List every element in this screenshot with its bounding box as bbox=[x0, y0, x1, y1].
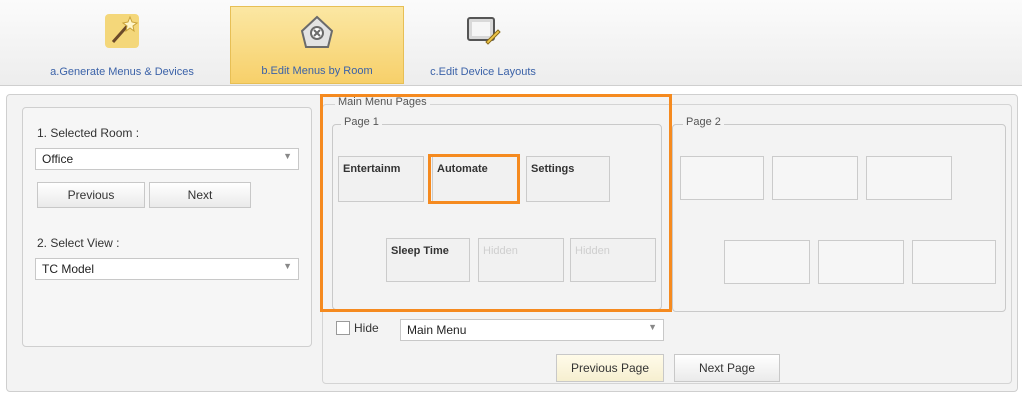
device-layout-icon bbox=[467, 17, 501, 45]
select-view-label: 2. Select View : bbox=[37, 236, 120, 250]
tab-edit-device-layouts[interactable]: c.Edit Device Layouts bbox=[406, 6, 560, 84]
menu-slot-empty[interactable] bbox=[818, 240, 904, 284]
ribbon-toolbar: a.Generate Menus & Devices b.Edit Menus … bbox=[0, 0, 1022, 86]
chevron-down-icon: ▼ bbox=[283, 261, 292, 271]
selected-room-label: 1. Selected Room : bbox=[37, 126, 140, 140]
menu-select-value: Main Menu bbox=[407, 323, 467, 337]
tab-edit-device-layouts-label: c.Edit Device Layouts bbox=[430, 66, 536, 78]
view-select[interactable]: TC Model ▼ bbox=[35, 258, 299, 280]
view-select-value: TC Model bbox=[42, 262, 95, 276]
hide-label: Hide bbox=[354, 321, 379, 335]
next-page-button[interactable]: Next Page bbox=[674, 354, 780, 382]
room-settings-icon bbox=[300, 15, 334, 48]
page2-label: Page 2 bbox=[683, 116, 724, 128]
chevron-down-icon: ▼ bbox=[648, 322, 657, 332]
menu-slot-empty[interactable] bbox=[866, 156, 952, 200]
tab-generate-menus[interactable]: a.Generate Menus & Devices bbox=[16, 6, 228, 84]
highlight-box-automate bbox=[428, 154, 520, 204]
next-room-button[interactable]: Next bbox=[149, 182, 251, 208]
tab-generate-menus-label: a.Generate Menus & Devices bbox=[50, 66, 194, 78]
tab-edit-menus-by-room[interactable]: b.Edit Menus by Room bbox=[230, 6, 404, 84]
magic-wand-icon bbox=[105, 14, 139, 48]
menu-slot-empty[interactable] bbox=[724, 240, 810, 284]
room-selection-panel: 1. Selected Room : Office ▼ Previous Nex… bbox=[22, 107, 312, 347]
previous-room-button[interactable]: Previous bbox=[37, 182, 145, 208]
hide-checkbox[interactable] bbox=[336, 321, 350, 335]
menu-slot-empty[interactable] bbox=[912, 240, 996, 284]
tab-edit-menus-label: b.Edit Menus by Room bbox=[261, 65, 373, 77]
room-select[interactable]: Office ▼ bbox=[35, 148, 299, 170]
chevron-down-icon: ▼ bbox=[283, 151, 292, 161]
menu-slot-empty[interactable] bbox=[680, 156, 764, 200]
previous-page-button[interactable]: Previous Page bbox=[556, 354, 664, 382]
menu-select[interactable]: Main Menu ▼ bbox=[400, 319, 664, 341]
menu-slot-empty[interactable] bbox=[772, 156, 858, 200]
room-select-value: Office bbox=[42, 152, 74, 166]
